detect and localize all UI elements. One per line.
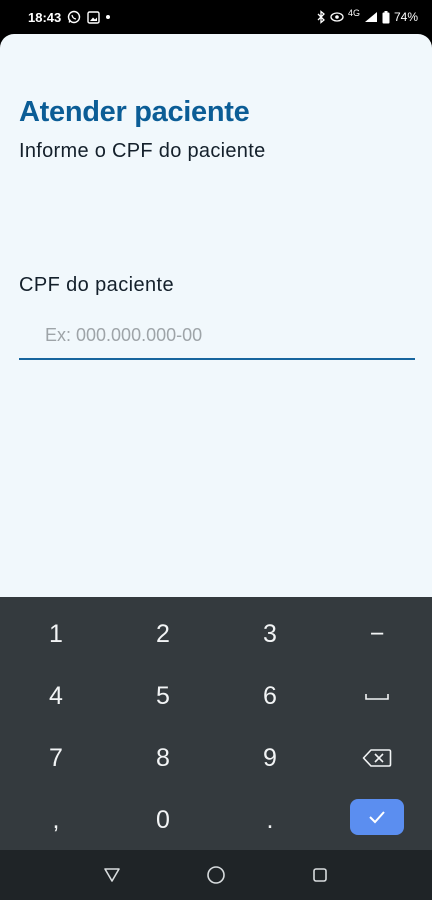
- battery-percent: 74%: [393, 10, 418, 24]
- status-bar: 18:43 4G 74%: [0, 0, 432, 34]
- checkmark-icon: [369, 811, 385, 824]
- cpf-field-label: CPF do paciente: [19, 274, 174, 296]
- key-done[interactable]: [350, 799, 404, 835]
- home-icon[interactable]: [205, 864, 227, 886]
- notification-dot-icon: [106, 15, 111, 19]
- signal-icon: [364, 11, 378, 23]
- key-8[interactable]: 8: [109, 727, 217, 789]
- eye-comfort-icon: [330, 12, 344, 22]
- key-1[interactable]: 1: [2, 603, 110, 665]
- key-7[interactable]: 7: [2, 727, 110, 789]
- key-3[interactable]: 3: [216, 603, 324, 665]
- backspace-icon: [362, 749, 392, 767]
- status-right-group: 4G 74%: [316, 8, 418, 24]
- key-6[interactable]: 6: [216, 665, 324, 727]
- key-minus[interactable]: −: [323, 603, 431, 665]
- cpf-input[interactable]: [19, 312, 415, 360]
- page-subtitle: Informe o CPF do paciente: [19, 140, 266, 162]
- key-space[interactable]: [323, 665, 431, 727]
- page-title: Atender paciente: [19, 96, 250, 128]
- key-comma[interactable]: ,: [2, 789, 110, 851]
- key-5[interactable]: 5: [109, 665, 217, 727]
- key-2[interactable]: 2: [109, 603, 217, 665]
- recents-icon[interactable]: [309, 864, 331, 886]
- status-left-group: 18:43: [28, 9, 111, 25]
- whatsapp-icon: [67, 10, 81, 24]
- gallery-icon: [87, 10, 100, 24]
- app-screen: Atender paciente Informe o CPF do pacien…: [0, 34, 432, 597]
- battery-icon: [382, 10, 390, 24]
- space-icon: [365, 694, 389, 700]
- back-icon[interactable]: [101, 864, 123, 886]
- key-9[interactable]: 9: [216, 727, 324, 789]
- key-period[interactable]: .: [216, 789, 324, 851]
- system-nav-bar: [0, 850, 432, 900]
- bluetooth-icon: [316, 10, 326, 24]
- key-4[interactable]: 4: [2, 665, 110, 727]
- key-0[interactable]: 0: [109, 789, 217, 851]
- key-backspace[interactable]: [323, 727, 431, 789]
- network-type: 4G: [347, 8, 360, 18]
- status-time: 18:43: [28, 9, 62, 25]
- numeric-keyboard: 1 2 3 − 4 5 6 7 8 9 , 0 .: [0, 597, 432, 850]
